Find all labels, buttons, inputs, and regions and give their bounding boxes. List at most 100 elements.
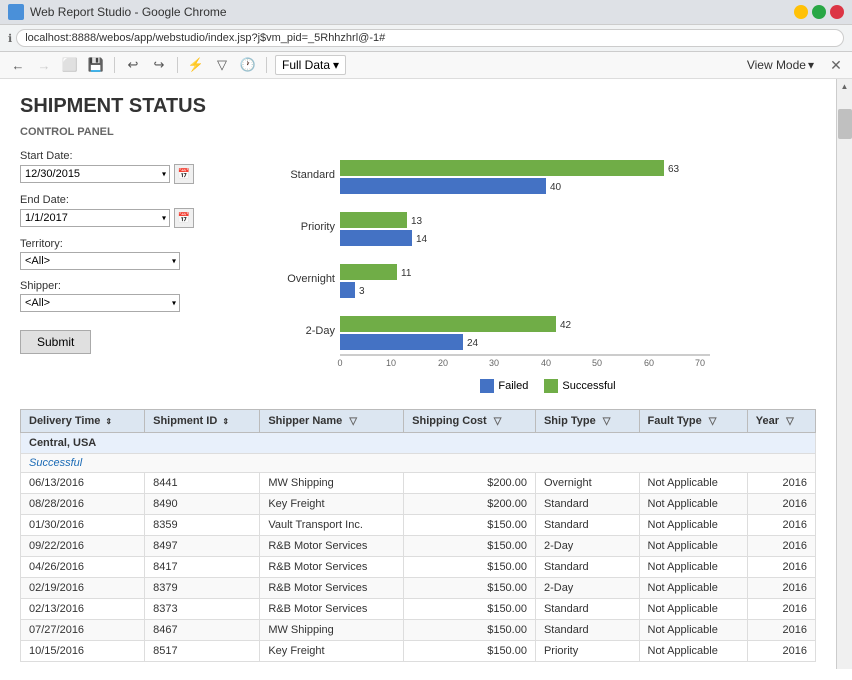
col-shipment-id-label: Shipment ID [153, 415, 217, 427]
cell-date: 04/26/2016 [21, 557, 145, 578]
delivery-time-sort-icon[interactable]: ⇕ [105, 417, 112, 426]
svg-text:30: 30 [489, 358, 499, 368]
scrollbar[interactable]: ▲ [836, 79, 852, 669]
cell-cost: $150.00 [404, 620, 536, 641]
new-tab-button[interactable]: ⬜ [60, 55, 80, 75]
cell-date: 08/28/2016 [21, 494, 145, 515]
col-shipping-cost-label: Shipping Cost [412, 415, 487, 427]
end-date-row: 1/1/2017 ▾ 📅 [20, 208, 260, 228]
view-mode-button[interactable]: View Mode ▾ [747, 58, 814, 72]
cell-date: 07/27/2016 [21, 620, 145, 641]
view-mode-label: View Mode [747, 58, 806, 72]
cell-type: Standard [535, 494, 639, 515]
svg-text:3: 3 [359, 286, 365, 297]
cell-year: 2016 [747, 620, 815, 641]
cell-id: 8441 [145, 473, 260, 494]
cell-id: 8373 [145, 599, 260, 620]
cell-cost: $150.00 [404, 536, 536, 557]
shipper-group: Shipper: <All> ▾ [20, 280, 260, 312]
territory-select[interactable]: <All> [20, 252, 180, 270]
successful-legend: Successful [544, 379, 615, 393]
col-shipment-id: Shipment ID ⇕ [145, 410, 260, 433]
minimize-button[interactable] [794, 5, 808, 19]
cell-shipper: MW Shipping [260, 473, 404, 494]
chart-legend: Failed Successful [280, 379, 816, 393]
cell-shipper: R&B Motor Services [260, 599, 404, 620]
clock-button[interactable]: 🕐 [238, 55, 258, 75]
successful-legend-label: Successful [562, 380, 615, 392]
start-date-calendar[interactable]: 📅 [174, 164, 194, 184]
save-button[interactable]: 💾 [86, 55, 106, 75]
end-date-calendar[interactable]: 📅 [174, 208, 194, 228]
end-date-select[interactable]: 1/1/2017 [20, 209, 170, 227]
end-date-group: End Date: 1/1/2017 ▾ 📅 [20, 194, 260, 228]
view-mode-arrow: ▾ [808, 58, 814, 72]
cell-type: Standard [535, 599, 639, 620]
table-header-row: Delivery Time ⇕ Shipment ID ⇕ Shipper Na… [21, 410, 816, 433]
table-row: 04/26/2016 8417 R&B Motor Services $150.… [21, 557, 816, 578]
close-window-button[interactable] [830, 5, 844, 19]
undo-button[interactable]: ↩ [123, 55, 143, 75]
filter2-button[interactable]: ▽ [212, 55, 232, 75]
col-year-label: Year [756, 415, 779, 427]
svg-text:60: 60 [644, 358, 654, 368]
cell-fault: Not Applicable [639, 620, 747, 641]
fault-type-filter-icon[interactable]: ▽ [709, 416, 717, 427]
end-date-label: End Date: [20, 194, 260, 206]
col-ship-type-label: Ship Type [544, 415, 596, 427]
shipping-cost-filter-icon[interactable]: ▽ [494, 416, 502, 427]
cell-fault: Not Applicable [639, 578, 747, 599]
cell-year: 2016 [747, 641, 815, 662]
svg-text:40: 40 [541, 358, 551, 368]
end-date-wrapper: 1/1/2017 ▾ [20, 209, 170, 227]
col-fault-type-label: Fault Type [648, 415, 702, 427]
table-body: Central, USASuccessful 06/13/2016 8441 M… [21, 433, 816, 662]
cell-cost: $150.00 [404, 515, 536, 536]
cell-date: 06/13/2016 [21, 473, 145, 494]
cell-date: 02/19/2016 [21, 578, 145, 599]
table-row: 10/15/2016 8517 Key Freight $150.00 Prio… [21, 641, 816, 662]
filter-button[interactable]: ⚡ [186, 55, 206, 75]
shipper-wrapper: <All> ▾ [20, 294, 180, 312]
svg-text:Overnight: Overnight [287, 273, 335, 285]
svg-text:13: 13 [411, 216, 423, 227]
cell-year: 2016 [747, 536, 815, 557]
shipment-id-sort-icon[interactable]: ⇕ [222, 417, 229, 426]
territory-group: Territory: <All> ▾ [20, 238, 260, 270]
close-report-button[interactable]: ✕ [828, 57, 844, 73]
cell-fault: Not Applicable [639, 473, 747, 494]
back-button[interactable]: ← [8, 55, 28, 75]
svg-text:20: 20 [438, 358, 448, 368]
failed-legend: Failed [480, 379, 528, 393]
start-date-select[interactable]: 12/30/2015 [20, 165, 170, 183]
scroll-thumb[interactable] [838, 109, 852, 139]
title-bar: Web Report Studio - Google Chrome [0, 0, 852, 25]
shipper-label: Shipper: [20, 280, 260, 292]
shipper-select[interactable]: <All> [20, 294, 180, 312]
report-title: SHIPMENT STATUS [20, 95, 816, 118]
table-row: 02/13/2016 8373 R&B Motor Services $150.… [21, 599, 816, 620]
cell-cost: $200.00 [404, 494, 536, 515]
start-date-label: Start Date: [20, 150, 260, 162]
cell-shipper: R&B Motor Services [260, 536, 404, 557]
svg-text:10: 10 [386, 358, 396, 368]
maximize-button[interactable] [812, 5, 826, 19]
address-input[interactable] [16, 29, 844, 47]
shipper-name-filter-icon[interactable]: ▽ [349, 416, 357, 427]
scroll-up-arrow[interactable]: ▲ [838, 79, 852, 93]
redo-button[interactable]: ↪ [149, 55, 169, 75]
cell-shipper: R&B Motor Services [260, 557, 404, 578]
full-data-dropdown[interactable]: Full Data ▾ [275, 55, 346, 75]
table-row: 09/22/2016 8497 R&B Motor Services $150.… [21, 536, 816, 557]
year-filter-icon[interactable]: ▽ [786, 416, 794, 427]
svg-text:14: 14 [416, 234, 428, 245]
cell-shipper: Key Freight [260, 641, 404, 662]
submit-button[interactable]: Submit [20, 330, 91, 354]
controls-left: Start Date: 12/30/2015 ▾ 📅 End Date: [20, 150, 260, 393]
start-date-wrapper: 12/30/2015 ▾ [20, 165, 170, 183]
forward-button[interactable]: → [34, 55, 54, 75]
page-area: SHIPMENT STATUS CONTROL PANEL Start Date… [0, 79, 836, 669]
territory-wrapper: <All> ▾ [20, 252, 180, 270]
cell-shipper: Key Freight [260, 494, 404, 515]
ship-type-filter-icon[interactable]: ▽ [603, 416, 611, 427]
